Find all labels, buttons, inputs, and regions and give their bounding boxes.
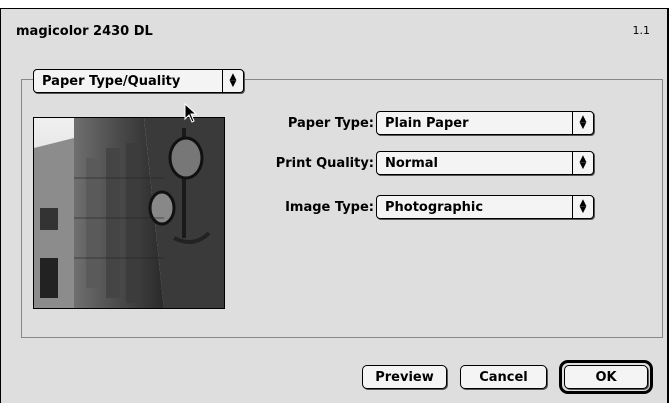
print-quality-popup[interactable]: Normal ▲ ▼ — [376, 151, 594, 175]
preview-image — [33, 117, 225, 309]
preview-button[interactable]: Preview — [362, 365, 447, 389]
dialog-title: magicolor 2430 DL — [16, 24, 153, 39]
version-label: 1.1 — [632, 24, 651, 37]
panel-selector-popup[interactable]: Paper Type/Quality ▲ ▼ — [33, 69, 244, 93]
cancel-button[interactable]: Cancel — [460, 365, 547, 389]
image-type-popup[interactable]: Photographic ▲ ▼ — [376, 195, 594, 219]
paper-type-label: Paper Type: — [287, 116, 374, 131]
up-down-arrows-icon: ▲ ▼ — [572, 112, 593, 134]
up-down-arrows-icon: ▲ ▼ — [222, 70, 243, 92]
print-quality-value: Normal — [385, 155, 438, 171]
paper-type-value: Plain Paper — [385, 115, 469, 131]
ok-button[interactable]: OK — [564, 365, 648, 389]
up-down-arrows-icon: ▲ ▼ — [572, 196, 593, 218]
up-down-arrows-icon: ▲ ▼ — [572, 152, 593, 174]
image-type-value: Photographic — [385, 199, 484, 215]
paper-type-popup[interactable]: Plain Paper ▲ ▼ — [376, 111, 594, 135]
building-photo-image — [34, 118, 224, 308]
print-quality-label: Print Quality: — [275, 156, 374, 171]
panel-selector-label: Paper Type/Quality — [42, 73, 181, 89]
mouse-pointer-icon — [184, 102, 198, 127]
image-type-label: Image Type: — [285, 200, 374, 215]
